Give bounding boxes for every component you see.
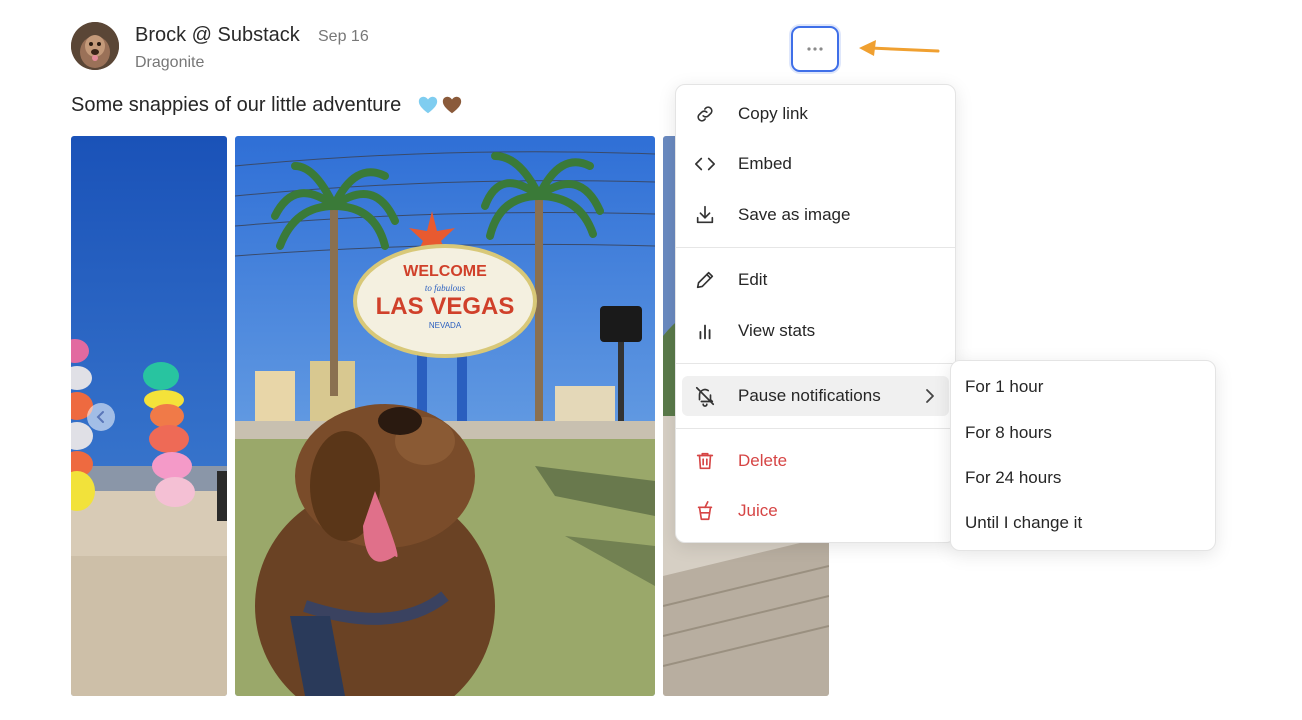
light-blue-heart-emoji (418, 96, 438, 114)
trash-icon (696, 452, 714, 470)
annotation-arrow-icon (856, 38, 940, 67)
sign-welcome-text: WELCOME (403, 263, 487, 280)
submenu-item-until-changed[interactable]: Until I change it (957, 504, 1209, 542)
download-icon (696, 205, 714, 224)
menu-item-label: Embed (738, 154, 792, 173)
menu-item-view-stats[interactable]: View stats (682, 311, 949, 351)
post-date[interactable]: Sep 16 (318, 28, 369, 46)
gallery-photo-left[interactable] (71, 136, 227, 696)
brown-heart-emoji (442, 96, 462, 114)
post-options-menu: Copy link Embed Save as image Edit View … (675, 84, 956, 543)
menu-item-embed[interactable]: Embed (682, 144, 949, 184)
sign-nevada-text: NEVADA (429, 321, 462, 330)
menu-divider (676, 247, 955, 248)
pause-notifications-submenu: For 1 hour For 8 hours For 24 hours Unti… (950, 360, 1216, 551)
sign-las-vegas-text: LAS VEGAS (376, 293, 515, 320)
juice-cup-icon (697, 501, 713, 521)
menu-item-label: Pause notifications (738, 386, 881, 405)
menu-item-label: Edit (738, 270, 768, 289)
menu-item-label: Delete (738, 451, 788, 470)
emoji-row (417, 94, 463, 116)
menu-item-save-as-image[interactable]: Save as image (682, 195, 949, 235)
gallery-photo-center[interactable]: WELCOME to fabulous LAS VEGAS NEVADA (235, 136, 655, 696)
sign-subtitle-text: to fabulous (425, 283, 466, 293)
publication-name[interactable]: Dragonite (135, 54, 204, 72)
bell-off-icon (695, 386, 715, 407)
submenu-item-label: For 24 hours (965, 468, 1062, 487)
menu-divider (676, 428, 955, 429)
carousel-prev-button[interactable] (87, 403, 115, 431)
menu-item-label: View stats (738, 321, 816, 340)
menu-item-label: Juice (738, 501, 778, 520)
menu-divider (676, 363, 955, 364)
menu-item-juice[interactable]: Juice (682, 491, 949, 531)
more-options-button[interactable] (791, 26, 839, 72)
ellipsis-icon (807, 47, 823, 51)
submenu-item-24-hours[interactable]: For 24 hours (957, 459, 1209, 497)
menu-item-copy-link[interactable]: Copy link (682, 94, 949, 134)
menu-item-edit[interactable]: Edit (682, 260, 949, 300)
pencil-icon (696, 271, 714, 289)
menu-item-pause-notifications[interactable]: Pause notifications (682, 376, 949, 416)
menu-item-label: Copy link (738, 104, 808, 123)
post-text: Some snappies of our little adventure (71, 94, 402, 116)
submenu-item-1-hour[interactable]: For 1 hour (957, 368, 1209, 406)
menu-item-label: Save as image (738, 205, 851, 224)
chevron-left-icon (96, 411, 104, 423)
menu-item-delete[interactable]: Delete (682, 441, 949, 481)
bar-chart-icon (699, 324, 711, 340)
author-avatar[interactable] (71, 22, 119, 70)
submenu-item-label: For 8 hours (965, 423, 1052, 442)
submenu-item-label: For 1 hour (965, 377, 1044, 396)
submenu-item-label: Until I change it (965, 513, 1083, 532)
code-icon (695, 157, 715, 171)
author-name[interactable]: Brock @ Substack (135, 24, 300, 47)
chevron-right-icon (926, 389, 934, 403)
submenu-item-8-hours[interactable]: For 8 hours (957, 414, 1209, 452)
link-icon (697, 106, 713, 122)
